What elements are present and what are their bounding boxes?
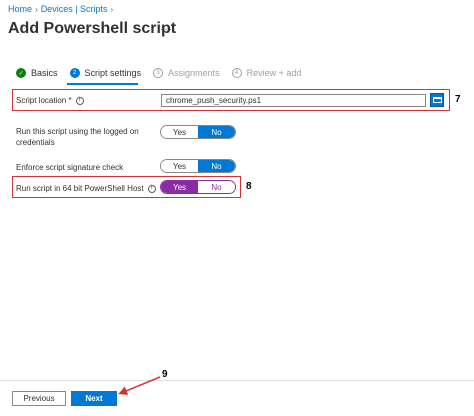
- previous-button[interactable]: Previous: [12, 391, 66, 406]
- 64bit-host-toggle[interactable]: Yes No: [160, 180, 236, 194]
- more-options-icon[interactable]: ···: [160, 24, 173, 35]
- script-location-input[interactable]: chrome_push_security.ps1: [161, 94, 426, 107]
- script-location-label: Script location * i: [16, 95, 84, 106]
- tab-review-add[interactable]: 4 Review + add: [231, 68, 302, 78]
- tab-label: Basics: [31, 68, 58, 78]
- step-number-icon: 4: [231, 68, 242, 78]
- info-icon[interactable]: i: [75, 96, 84, 105]
- annotation-7: 7: [455, 94, 461, 105]
- tab-label: Script settings: [84, 68, 142, 78]
- breadcrumb-devices-scripts[interactable]: Devices | Scripts: [41, 4, 108, 14]
- logged-on-credentials-toggle[interactable]: Yes No: [160, 125, 236, 139]
- chevron-right-icon: ›: [110, 4, 114, 14]
- logged-on-credentials-label: Run this script using the logged on cred…: [16, 126, 139, 148]
- step-number-icon: 2: [69, 68, 80, 78]
- toggle-no[interactable]: No: [198, 126, 235, 138]
- logged-on-label-line1: Run this script using the logged on: [16, 127, 139, 136]
- annotation-8: 8: [246, 181, 252, 192]
- info-icon[interactable]: i: [147, 184, 156, 193]
- chevron-right-icon: ›: [35, 4, 38, 14]
- 64bit-host-label: Run script in 64 bit PowerShell Host i: [16, 183, 156, 194]
- tab-script-settings[interactable]: 2 Script settings: [69, 68, 142, 78]
- wizard-steps: ✓ Basics 2 Script settings 3 Assignments…: [16, 68, 313, 78]
- annotation-arrow: [118, 376, 161, 395]
- annotation-9: 9: [162, 369, 168, 380]
- tab-assignments[interactable]: 3 Assignments: [153, 68, 220, 78]
- toggle-yes[interactable]: Yes: [161, 181, 198, 193]
- script-location-label-text: Script location *: [16, 96, 72, 105]
- tab-basics[interactable]: ✓ Basics: [16, 68, 58, 78]
- footer-divider: [0, 380, 474, 381]
- logged-on-label-line2: credentials: [16, 138, 55, 147]
- breadcrumb-home[interactable]: Home: [8, 4, 32, 14]
- tab-label: Review + add: [246, 68, 302, 78]
- breadcrumb: Home › Devices | Scripts ›: [8, 4, 113, 14]
- checkmark-icon: ✓: [16, 68, 26, 78]
- folder-icon: [432, 97, 442, 103]
- step-number-icon: 3: [153, 68, 164, 78]
- signature-check-toggle[interactable]: Yes No: [160, 159, 236, 173]
- toggle-no[interactable]: No: [198, 160, 235, 172]
- signature-check-label: Enforce script signature check: [16, 163, 124, 172]
- toggle-yes[interactable]: Yes: [161, 160, 198, 172]
- tab-label: Assignments: [168, 68, 220, 78]
- browse-folder-button[interactable]: [430, 93, 444, 107]
- active-tab-indicator: [67, 83, 138, 85]
- page-title: Add Powershell script: [8, 20, 177, 37]
- toggle-no[interactable]: No: [198, 181, 235, 193]
- toggle-yes[interactable]: Yes: [161, 126, 198, 138]
- 64bit-host-label-text: Run script in 64 bit PowerShell Host: [16, 184, 144, 193]
- next-button[interactable]: Next: [71, 391, 117, 406]
